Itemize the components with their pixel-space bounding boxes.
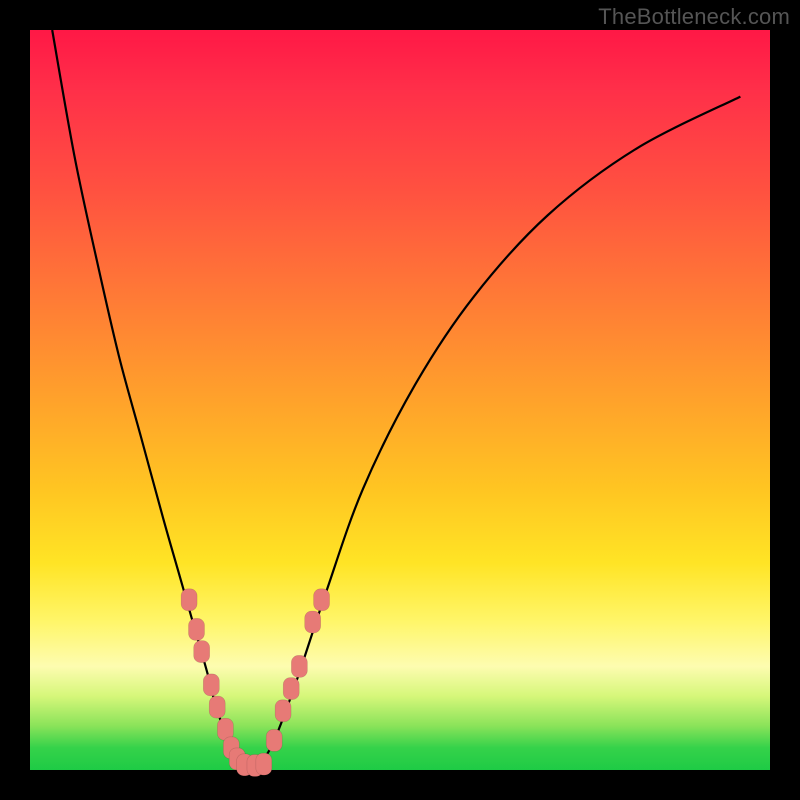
data-marker: [194, 641, 210, 663]
data-marker: [181, 589, 197, 611]
data-marker: [209, 696, 225, 718]
data-marker: [266, 729, 282, 751]
chart-svg: [30, 30, 770, 770]
data-marker: [203, 674, 219, 696]
data-marker: [291, 655, 307, 677]
curve-left-branch: [52, 30, 244, 766]
watermark-text: TheBottleneck.com: [598, 4, 790, 30]
data-marker: [275, 700, 291, 722]
data-marker: [256, 753, 272, 775]
plot-area: [30, 30, 770, 770]
data-marker: [283, 678, 299, 700]
marker-layer: [181, 589, 329, 777]
chart-frame: TheBottleneck.com: [0, 0, 800, 800]
data-marker: [305, 611, 321, 633]
curve-layer: [52, 30, 740, 766]
data-marker: [189, 618, 205, 640]
curve-right-branch: [259, 97, 740, 767]
data-marker: [314, 589, 330, 611]
